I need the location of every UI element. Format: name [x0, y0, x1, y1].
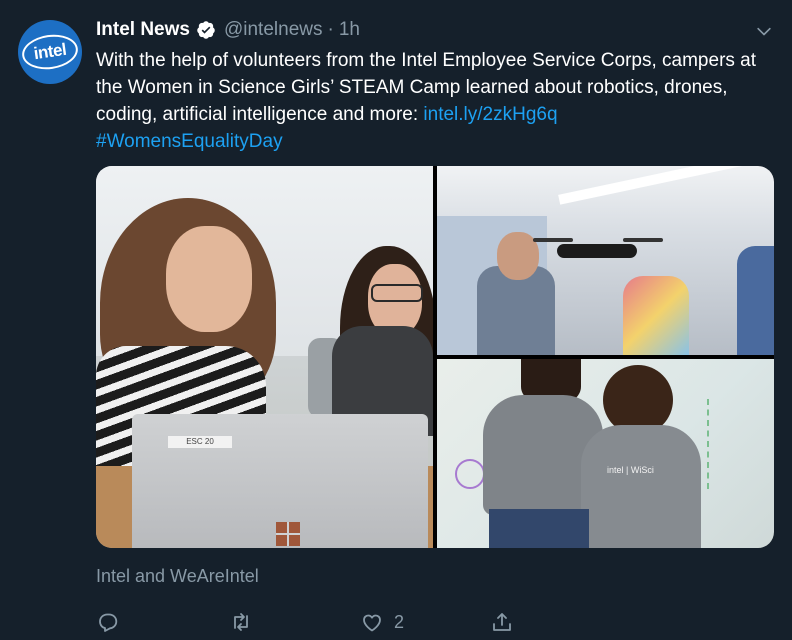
- avatar[interactable]: intel: [18, 20, 82, 84]
- photo-girls-laptop[interactable]: ESC 20: [96, 166, 433, 548]
- avatar-logo-text: intel: [32, 39, 68, 64]
- author-handle[interactable]: @intelnews: [224, 19, 323, 41]
- author-name[interactable]: Intel News: [96, 19, 190, 41]
- photo-girl1-face: [166, 226, 252, 332]
- photo-girl-colorful-shirt: [623, 276, 689, 355]
- tweet-actions: 2: [96, 608, 526, 636]
- photo-whiteboard-hug[interactable]: intel | WiSci: [437, 359, 774, 548]
- photo-drone-body: [557, 244, 637, 258]
- tweet-link[interactable]: intel.ly/2zkHg6q: [423, 104, 557, 125]
- photo-jeans: [489, 509, 589, 548]
- share-button[interactable]: [490, 610, 514, 634]
- photo-shirt-logo: intel | WiSci: [607, 465, 654, 475]
- photo-whiteboard-drawing: [455, 459, 485, 489]
- tweet-body: With the help of volunteers from the Int…: [96, 47, 786, 155]
- header-separator: ·: [327, 19, 334, 40]
- photo-drone-rotor-left: [533, 238, 573, 242]
- photo-windows-logo: [276, 522, 300, 546]
- photo-tags[interactable]: Intel and WeAreIntel: [96, 566, 259, 587]
- intel-logo: intel: [19, 31, 81, 73]
- photo-drone[interactable]: [437, 166, 774, 355]
- like-count: 2: [394, 611, 405, 632]
- tweet-timestamp[interactable]: 1h: [339, 19, 360, 41]
- retweet-icon: [234, 613, 248, 631]
- photo-drone-rotor-right: [623, 238, 663, 242]
- share-icon: [493, 613, 511, 631]
- tweet-header: Intel News @intelnews · 1h: [96, 19, 360, 41]
- like-button[interactable]: 2: [360, 610, 404, 634]
- photo-laptop-tag: ESC 20: [168, 436, 232, 448]
- reply-button[interactable]: [96, 610, 120, 634]
- verified-badge-icon: [197, 21, 215, 39]
- photo-person-right: [737, 246, 774, 355]
- reply-icon: [99, 613, 118, 632]
- retweet-button[interactable]: [229, 610, 253, 634]
- chevron-down-icon[interactable]: [754, 22, 774, 42]
- media-grid: ESC 20 intel | WiSci: [96, 166, 774, 548]
- hashtag-link[interactable]: #WomensEqualityDay: [96, 131, 283, 152]
- photo-girl-right-shirt: [581, 425, 701, 548]
- photo-whiteboard-scribble: [707, 399, 769, 489]
- photo-girl2-glasses: [371, 284, 423, 302]
- like-icon: [363, 614, 381, 632]
- photo-ceiling-light: [558, 166, 756, 205]
